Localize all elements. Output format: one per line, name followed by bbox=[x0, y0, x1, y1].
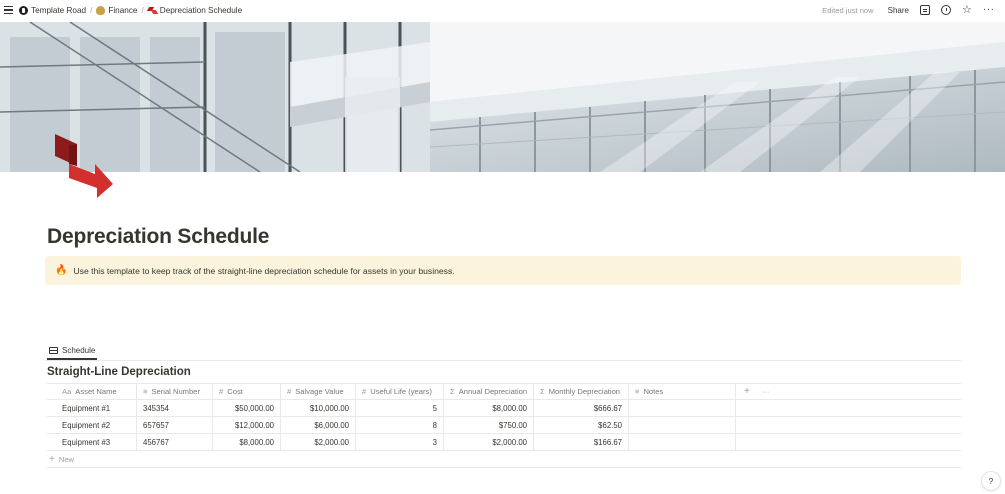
column-label: Annual Depreciation bbox=[458, 387, 528, 396]
new-row-label: New bbox=[58, 454, 75, 464]
table-row[interactable]: Equipment #1 345354 $50,000.00 $10,000.0… bbox=[47, 400, 961, 417]
cell-notes[interactable] bbox=[629, 417, 736, 433]
column-label: Notes bbox=[643, 387, 664, 396]
tab-label: Schedule bbox=[62, 345, 96, 355]
cell-annual-depreciation[interactable]: $2,000.00 bbox=[444, 434, 534, 450]
text-property-icon: ≡ bbox=[143, 387, 148, 396]
table-header: Aa Asset Name ≡ Serial Number # Cost # S… bbox=[47, 383, 961, 400]
breadcrumb-separator: / bbox=[141, 5, 144, 15]
favorite-star-icon[interactable]: ☆ bbox=[962, 5, 972, 16]
column-header-serial-number[interactable]: ≡ Serial Number bbox=[137, 384, 213, 399]
column-header-cost[interactable]: # Cost bbox=[213, 384, 281, 399]
column-label: Asset Name bbox=[75, 387, 117, 396]
top-bar: Template Road / Finance / Depreciation S… bbox=[0, 0, 1005, 20]
breadcrumb-template-road[interactable]: Template Road bbox=[19, 5, 87, 15]
table-row[interactable]: Equipment #2 657657 $12,000.00 $6,000.00… bbox=[47, 417, 961, 434]
column-header-monthly-depreciation[interactable]: Σ Monthly Depreciation bbox=[534, 384, 629, 399]
column-header-annual-depreciation[interactable]: Σ Annual Depreciation bbox=[444, 384, 534, 399]
cell-monthly-depreciation[interactable]: $62.50 bbox=[534, 417, 629, 433]
table-icon bbox=[49, 346, 58, 354]
column-label: Salvage Value bbox=[295, 387, 344, 396]
cover-image bbox=[0, 22, 1005, 172]
number-property-icon: # bbox=[219, 387, 224, 396]
menu-icon[interactable] bbox=[4, 4, 14, 16]
breadcrumb-label: Finance bbox=[108, 5, 138, 15]
cell-cost[interactable]: $8,000.00 bbox=[213, 434, 281, 450]
cell-asset-name[interactable]: Equipment #1 bbox=[47, 400, 137, 416]
column-header-asset-name[interactable]: Aa Asset Name bbox=[47, 384, 137, 399]
cell-serial-number[interactable]: 456767 bbox=[137, 434, 213, 450]
cell-empty bbox=[736, 417, 961, 433]
column-header-notes[interactable]: ≡ Notes bbox=[629, 384, 736, 399]
more-columns-icon[interactable]: ··· bbox=[762, 387, 770, 396]
template-road-logo-icon bbox=[19, 5, 28, 15]
cell-serial-number[interactable]: 657657 bbox=[137, 417, 213, 433]
cell-salvage-value[interactable]: $2,000.00 bbox=[281, 434, 356, 450]
breadcrumb-finance[interactable]: Finance bbox=[96, 5, 138, 15]
cell-empty bbox=[736, 400, 961, 416]
text-property-icon: ≡ bbox=[635, 387, 640, 396]
cell-notes[interactable] bbox=[629, 400, 736, 416]
title-property-icon: Aa bbox=[62, 387, 72, 396]
help-button[interactable]: ? bbox=[982, 472, 1000, 490]
cell-useful-life[interactable]: 5 bbox=[356, 400, 444, 416]
tab-schedule[interactable]: Schedule bbox=[47, 342, 98, 360]
database-view-tabs: Schedule bbox=[47, 342, 98, 360]
cell-cost[interactable]: $50,000.00 bbox=[213, 400, 281, 416]
add-column-icon[interactable]: + bbox=[744, 386, 750, 397]
page-logo-icon[interactable] bbox=[55, 134, 115, 200]
cell-asset-name[interactable]: Equipment #3 bbox=[47, 434, 137, 450]
new-row-button[interactable]: + New bbox=[47, 451, 961, 468]
cell-annual-depreciation[interactable]: $8,000.00 bbox=[444, 400, 534, 416]
formula-property-icon: Σ bbox=[450, 387, 455, 396]
column-header-useful-life[interactable]: # Useful Life (years) bbox=[356, 384, 444, 399]
topbar-actions: Edited just now Share ☆ ··· bbox=[822, 0, 994, 20]
number-property-icon: # bbox=[287, 387, 292, 396]
callout[interactable]: 🔥 Use this template to keep track of the… bbox=[45, 256, 961, 285]
column-header-salvage-value[interactable]: # Salvage Value bbox=[281, 384, 356, 399]
breadcrumb-label: Template Road bbox=[31, 5, 87, 15]
formula-property-icon: Σ bbox=[540, 387, 545, 396]
column-label: Useful Life (years) bbox=[370, 387, 432, 396]
cell-salvage-value[interactable]: $10,000.00 bbox=[281, 400, 356, 416]
column-actions: + ··· bbox=[736, 384, 961, 399]
fire-icon: 🔥 bbox=[55, 265, 68, 276]
cell-useful-life[interactable]: 3 bbox=[356, 434, 444, 450]
cell-cost[interactable]: $12,000.00 bbox=[213, 417, 281, 433]
divider bbox=[45, 360, 961, 361]
breadcrumb-label: Depreciation Schedule bbox=[159, 5, 243, 15]
plus-icon: + bbox=[49, 453, 55, 465]
number-property-icon: # bbox=[362, 387, 367, 396]
cell-serial-number[interactable]: 345354 bbox=[137, 400, 213, 416]
column-label: Monthly Depreciation bbox=[548, 387, 621, 396]
breadcrumb-depreciation-schedule[interactable]: Depreciation Schedule bbox=[148, 6, 242, 15]
cell-monthly-depreciation[interactable]: $666.67 bbox=[534, 400, 629, 416]
depreciation-arrow-icon bbox=[148, 6, 157, 15]
column-label: Serial Number bbox=[151, 387, 200, 396]
breadcrumb: Template Road / Finance / Depreciation S… bbox=[19, 0, 242, 20]
cell-annual-depreciation[interactable]: $750.00 bbox=[444, 417, 534, 433]
cell-salvage-value[interactable]: $6,000.00 bbox=[281, 417, 356, 433]
table-row[interactable]: Equipment #3 456767 $8,000.00 $2,000.00 … bbox=[47, 434, 961, 451]
cell-asset-name[interactable]: Equipment #2 bbox=[47, 417, 137, 433]
depreciation-table: Aa Asset Name ≡ Serial Number # Cost # S… bbox=[47, 383, 961, 468]
money-bag-icon bbox=[96, 5, 106, 15]
share-button[interactable]: Share bbox=[888, 6, 909, 15]
cell-monthly-depreciation[interactable]: $166.67 bbox=[534, 434, 629, 450]
more-options-icon[interactable]: ··· bbox=[983, 5, 994, 15]
cell-empty bbox=[736, 434, 961, 450]
updates-clock-icon[interactable] bbox=[941, 5, 951, 15]
edited-status: Edited just now bbox=[822, 5, 874, 15]
callout-text: Use this template to keep track of the s… bbox=[73, 265, 455, 276]
database-title[interactable]: Straight-Line Depreciation bbox=[47, 366, 191, 378]
comment-icon[interactable] bbox=[920, 5, 930, 15]
cell-notes[interactable] bbox=[629, 434, 736, 450]
column-label: Cost bbox=[227, 387, 243, 396]
breadcrumb-separator: / bbox=[90, 5, 93, 15]
cell-useful-life[interactable]: 8 bbox=[356, 417, 444, 433]
page-title[interactable]: Depreciation Schedule bbox=[47, 225, 269, 249]
